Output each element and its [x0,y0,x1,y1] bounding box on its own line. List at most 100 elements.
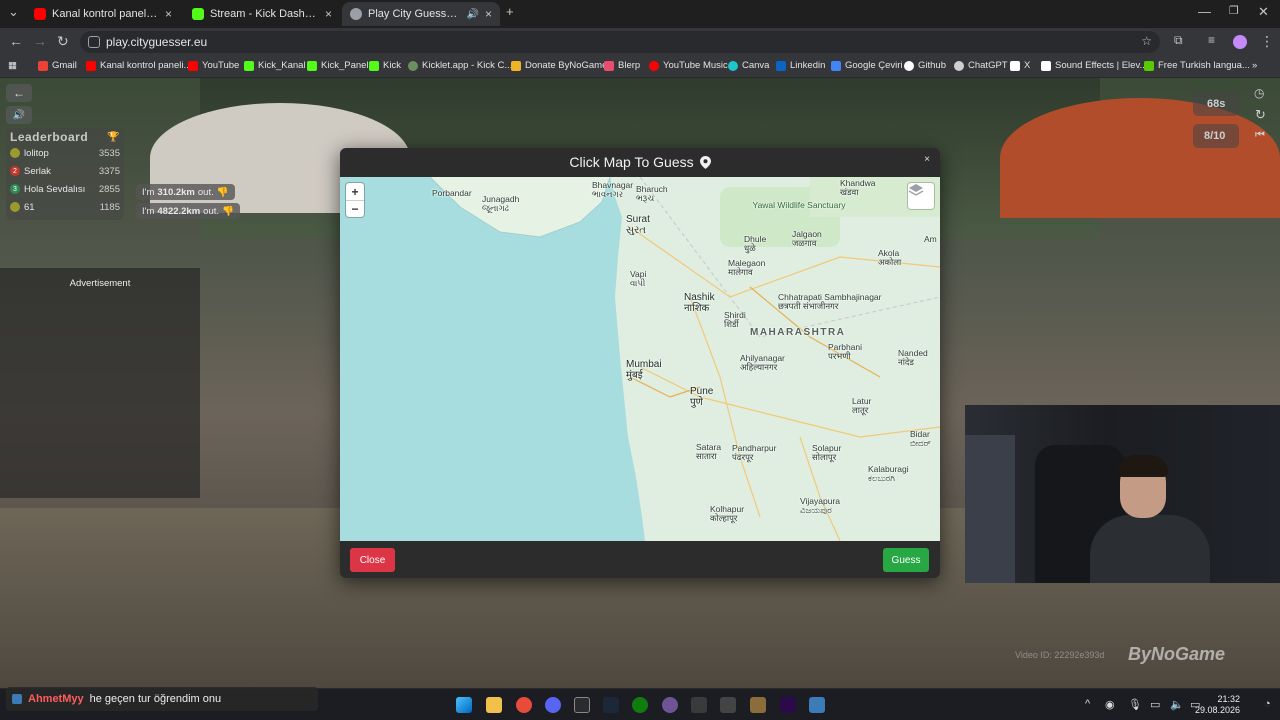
bubble-distance: 310.2km [157,186,195,198]
file-explorer-icon[interactable] [486,697,502,713]
bookmark-kicklet[interactable]: Kicklet.app - Kick C... [408,60,512,71]
map-layers-button[interactable] [908,183,934,209]
github-desktop-icon[interactable] [662,697,678,713]
profile-avatar[interactable] [1233,35,1247,49]
bookmark-linkedin[interactable]: Linkedin [776,60,825,71]
player-score: 2855 [98,183,120,195]
webcam-person-body [1090,515,1210,583]
system-clock[interactable]: 21:32 29.08.2026 [1195,694,1240,717]
close-tab-icon[interactable]: × [165,7,172,21]
linkedin-icon [776,60,786,71]
close-tab-icon[interactable]: × [325,7,332,21]
bookmark-gmail[interactable]: Gmail [38,60,77,71]
volume-icon[interactable]: 🔈 [1170,698,1184,711]
bookmark-x[interactable]: X [1010,60,1030,71]
bookmark-label: Donate ByNoGame [525,60,608,71]
advertisement-label: Advertisement [69,278,131,289]
refresh-icon[interactable]: ↻ [1255,107,1266,123]
guess-map[interactable]: Bhavnagar ભાવનગર Bharuch ભરૂચ Porbandar Ju… [340,177,940,541]
tab-kick-dashboard[interactable]: Stream - Kick Dashboard × [184,2,340,26]
app-icon[interactable] [750,697,766,713]
bookmark-youtube[interactable]: YouTube [188,60,239,71]
minimize-icon[interactable]: — [1198,4,1211,19]
bookmark-kick-panel[interactable]: Kick_Panel [307,60,369,71]
map-label-khandwa: Khandwa खंडवा [840,178,876,197]
leaderboard-row: 61 1185 [10,198,120,216]
premiere-icon[interactable] [780,697,796,713]
sound-button[interactable]: 🔊 [6,106,32,124]
bubble-suffix: out. [197,186,214,198]
close-button[interactable]: Close [350,548,395,572]
tab-city-guesser[interactable]: Play City Guesser - Explore 🔊 × [342,2,500,26]
bookmark-chatgpt[interactable]: ChatGPT [954,60,1008,71]
bookmark-github[interactable]: Github [904,60,946,71]
map-label-porbandar: Porbandar [432,188,472,198]
bookmark-kanal-kontrol[interactable]: Kanal kontrol paneli... [86,60,191,71]
notifications-icon[interactable]: ◔ [1264,698,1271,710]
bookmark-sound-effects[interactable]: Sound Effects | Elev... [1041,60,1147,71]
new-tab-button[interactable]: + [506,4,514,19]
steam-icon[interactable] [603,697,619,713]
microphone-icon[interactable]: 🎙 [1128,698,1142,711]
forward-icon[interactable]: → [33,33,47,49]
back-icon[interactable]: ← [9,33,23,49]
map-label-mumbai: Mumbai मुंबई [626,359,662,381]
map-label-vijayapura: Vijayapura ವಿಜಯಪುರ [800,496,841,515]
bookmark-blerp[interactable]: Blerp [604,60,640,71]
more-bookmarks-icon[interactable]: » [1252,60,1257,71]
bookmark-google-ceviri[interactable]: Google Çeviri [831,60,903,71]
clock-date: 29.08.2026 [1194,705,1240,716]
bookmark-star-icon[interactable]: ☆ [1141,34,1152,48]
extensions-icon[interactable]: ⧉ [1174,33,1183,48]
app-icon[interactable] [809,697,825,713]
bookmark-turkish[interactable]: Free Turkish langua... [1144,60,1250,71]
map-label-bidar: Bidar ಬೀದರ್ [910,429,931,448]
window-close-icon[interactable]: ✕ [1258,4,1269,20]
tab-youtube-studio[interactable]: Kanal kontrol paneli - YouTube × [26,2,180,26]
zoom-in-button[interactable]: + [346,183,364,200]
video-id-watermark: Video ID: 22292e393d [1015,650,1105,660]
bookmark-kick[interactable]: Kick [369,60,401,71]
bookmark-donate[interactable]: Donate ByNoGame [511,60,607,71]
close-tab-icon[interactable]: × [485,7,492,21]
discord-icon[interactable] [545,697,561,713]
bookmark-canva[interactable]: Canva [728,60,769,71]
chrome-icon[interactable] [516,697,532,713]
clock-icon[interactable]: ◷ [1254,86,1264,100]
app-icon[interactable] [691,697,707,713]
guess-button[interactable]: Guess [883,548,929,572]
app-icon[interactable] [720,697,736,713]
layers-icon [908,184,924,196]
modal-close-icon[interactable]: × [924,154,930,165]
skip-back-icon[interactable]: ⏮ [1255,129,1265,142]
tray-overflow-icon[interactable]: ^ [1085,698,1090,710]
bookmark-youtube-music[interactable]: YouTube Music [649,60,728,71]
map-label-parbhani: Parbhani परभणी [828,342,863,361]
bookmark-kick-kanal[interactable]: Kick_Kanal [244,60,306,71]
audio-playing-icon[interactable]: 🔊 [467,9,479,20]
site-info-icon[interactable] [88,36,100,48]
clock-time: 21:32 [1217,694,1240,704]
rank-badge [10,148,20,158]
player-score: 1185 [99,201,120,213]
apps-grid-icon[interactable]: ▦ [8,60,17,71]
map-label-shirdi: Shirdi शिर्डी [724,310,746,329]
reload-icon[interactable]: ↻ [57,33,69,50]
xbox-icon[interactable] [632,697,648,713]
tab-search-icon[interactable]: ⌄ [8,4,19,20]
epic-games-icon[interactable] [574,697,590,713]
menu-kebab-icon[interactable]: ⋮ [1260,33,1274,50]
back-arrow-button[interactable]: ← [6,84,32,102]
restore-icon[interactable]: ❐ [1229,4,1239,17]
tray-app-icon[interactable]: ◉ [1105,698,1115,711]
github-icon [904,60,914,71]
start-icon[interactable] [456,697,472,713]
bookmark-label: Gmail [52,60,77,71]
youtube-music-icon [649,60,659,71]
zoom-out-button[interactable]: − [346,200,364,217]
game-page: Advertisement ← 🔊 Leaderboard 🏆 lolitop 35… [0,78,1280,688]
media-icon[interactable]: ≡ [1208,33,1215,47]
network-icon[interactable]: ▭ [1150,698,1160,711]
address-bar[interactable]: play.cityguesser.eu ☆ [80,31,1160,53]
map-label-nanded: Nanded नांदेड [898,348,928,367]
